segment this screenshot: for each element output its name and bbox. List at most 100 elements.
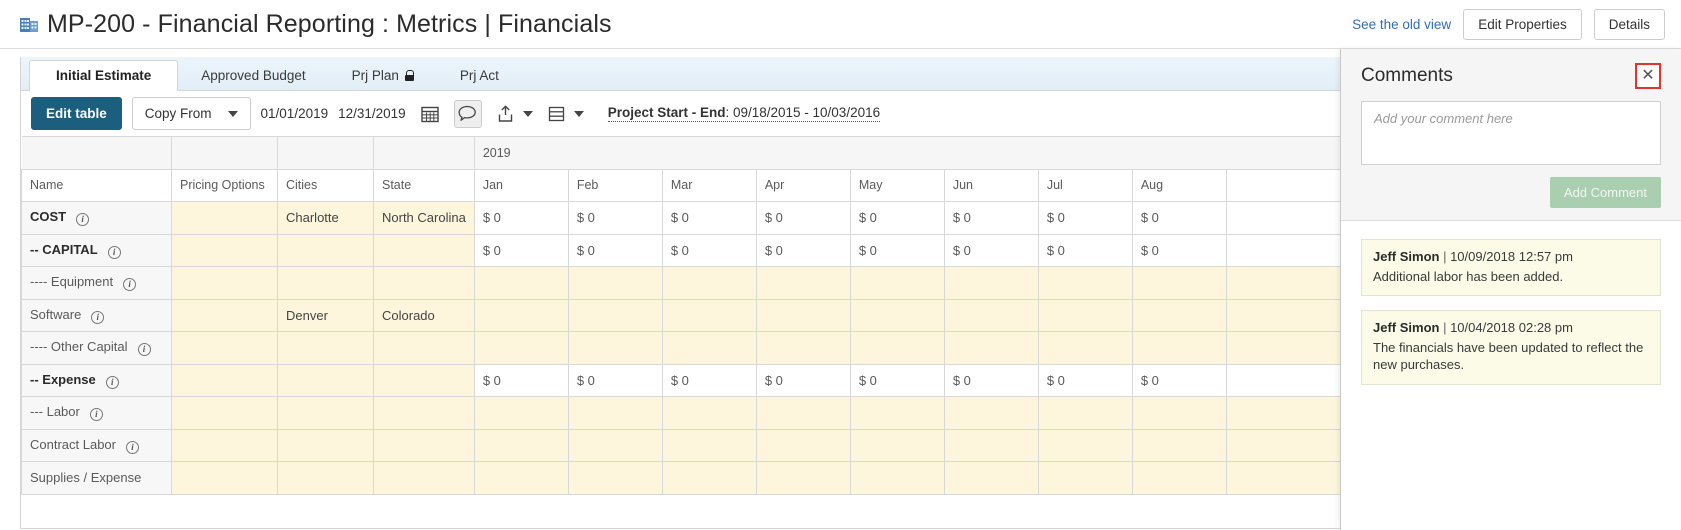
month-cell[interactable] bbox=[755, 461, 851, 495]
row-city-cell[interactable] bbox=[277, 363, 374, 397]
month-cell[interactable]: $ 0 bbox=[661, 201, 757, 235]
month-cell[interactable] bbox=[473, 396, 569, 430]
month-cell[interactable]: $ 0 bbox=[661, 363, 757, 397]
month-cell[interactable] bbox=[943, 428, 1039, 462]
month-cell[interactable] bbox=[1037, 298, 1133, 332]
month-cell[interactable] bbox=[943, 396, 1039, 430]
month-cell[interactable] bbox=[661, 396, 757, 430]
month-cell[interactable] bbox=[1131, 266, 1227, 300]
calendar-icon[interactable] bbox=[416, 100, 444, 128]
row-state-cell[interactable] bbox=[373, 396, 475, 430]
month-cell-overflow[interactable] bbox=[1225, 331, 1347, 365]
end-date-value[interactable]: 12/31/2019 bbox=[338, 106, 406, 121]
table-row[interactable]: ---- Equipment i bbox=[21, 266, 1347, 300]
row-name-cell[interactable]: ---- Other Capital i bbox=[21, 331, 172, 365]
row-pricing-cell[interactable] bbox=[171, 266, 278, 300]
row-city-cell[interactable] bbox=[277, 331, 374, 365]
info-icon[interactable]: i bbox=[105, 375, 119, 389]
project-dates[interactable]: Project Start - End: 09/18/2015 - 10/03/… bbox=[607, 105, 881, 122]
month-cell[interactable] bbox=[849, 428, 945, 462]
col-header-cities[interactable]: Cities bbox=[277, 168, 374, 202]
month-cell[interactable]: $ 0 bbox=[567, 201, 663, 235]
month-cell[interactable] bbox=[755, 298, 851, 332]
month-cell[interactable] bbox=[943, 461, 1039, 495]
row-state-cell[interactable]: North Carolina bbox=[373, 201, 475, 235]
col-header-jun[interactable]: Jun bbox=[943, 168, 1039, 202]
col-header-may[interactable]: May bbox=[849, 168, 945, 202]
table-row[interactable]: -- CAPITAL i $ 0 $ 0 $ 0 $ 0 $ 0 $ 0 $ 0 $ 0 bbox=[21, 233, 1347, 267]
row-state-cell[interactable] bbox=[373, 233, 475, 267]
month-cell[interactable]: $ 0 bbox=[473, 363, 569, 397]
col-header-apr[interactable]: Apr bbox=[755, 168, 851, 202]
month-cell[interactable]: $ 0 bbox=[849, 201, 945, 235]
month-cell[interactable]: $ 0 bbox=[755, 201, 851, 235]
month-cell-overflow[interactable] bbox=[1225, 363, 1347, 397]
row-pricing-cell[interactable] bbox=[171, 201, 278, 235]
month-cell[interactable] bbox=[943, 298, 1039, 332]
col-header-overflow[interactable] bbox=[1225, 168, 1347, 202]
info-icon[interactable]: i bbox=[137, 343, 151, 357]
month-cell[interactable]: $ 0 bbox=[849, 363, 945, 397]
copy-from-dropdown[interactable]: Copy From bbox=[131, 97, 251, 130]
month-cell[interactable] bbox=[849, 461, 945, 495]
row-city-cell[interactable] bbox=[277, 461, 374, 495]
month-cell[interactable]: $ 0 bbox=[1037, 201, 1133, 235]
table-row[interactable]: Software i Denver Colorado bbox=[21, 298, 1347, 332]
col-header-feb[interactable]: Feb bbox=[567, 168, 663, 202]
row-pricing-cell[interactable] bbox=[171, 363, 278, 397]
row-pricing-cell[interactable] bbox=[171, 298, 278, 332]
month-cell-overflow[interactable] bbox=[1225, 298, 1347, 332]
month-cell[interactable] bbox=[849, 266, 945, 300]
month-cell[interactable]: $ 0 bbox=[943, 201, 1039, 235]
month-cell[interactable]: $ 0 bbox=[1131, 363, 1227, 397]
month-cell[interactable]: $ 0 bbox=[1037, 363, 1133, 397]
comment-input[interactable]: Add your comment here bbox=[1361, 101, 1661, 165]
col-header-aug[interactable]: Aug bbox=[1131, 168, 1227, 202]
table-row[interactable]: ---- Other Capital i bbox=[21, 331, 1347, 365]
tab-prj-plan[interactable]: Prj Plan bbox=[329, 60, 437, 91]
month-cell[interactable] bbox=[1037, 331, 1133, 365]
month-cell[interactable]: $ 0 bbox=[567, 233, 663, 267]
row-state-cell[interactable] bbox=[373, 331, 475, 365]
month-cell[interactable] bbox=[1131, 298, 1227, 332]
month-cell[interactable]: $ 0 bbox=[1037, 233, 1133, 267]
month-cell[interactable] bbox=[849, 298, 945, 332]
row-state-cell[interactable] bbox=[373, 428, 475, 462]
month-cell[interactable]: $ 0 bbox=[661, 233, 757, 267]
month-cell-overflow[interactable] bbox=[1225, 233, 1347, 267]
month-cell[interactable] bbox=[473, 428, 569, 462]
col-header-name[interactable]: Name bbox=[21, 168, 172, 202]
month-cell[interactable]: $ 0 bbox=[567, 363, 663, 397]
month-cell[interactable] bbox=[943, 266, 1039, 300]
row-name-cell[interactable]: -- Expense i bbox=[21, 363, 172, 397]
month-cell[interactable]: $ 0 bbox=[755, 233, 851, 267]
month-cell[interactable] bbox=[473, 461, 569, 495]
month-cell-overflow[interactable] bbox=[1225, 201, 1347, 235]
month-cell[interactable] bbox=[849, 396, 945, 430]
info-icon[interactable]: i bbox=[76, 213, 90, 227]
month-cell[interactable] bbox=[661, 298, 757, 332]
export-menu[interactable] bbox=[492, 100, 533, 128]
row-state-cell[interactable] bbox=[373, 461, 475, 495]
row-name-cell[interactable]: Software i bbox=[21, 298, 172, 332]
edit-table-button[interactable]: Edit table bbox=[31, 97, 122, 130]
info-icon[interactable]: i bbox=[89, 408, 103, 422]
start-date-value[interactable]: 01/01/2019 bbox=[261, 106, 329, 121]
month-cell[interactable] bbox=[1131, 428, 1227, 462]
row-name-cell[interactable]: COST i bbox=[21, 201, 172, 235]
month-cell[interactable] bbox=[567, 331, 663, 365]
month-cell[interactable]: $ 0 bbox=[755, 363, 851, 397]
tab-approved-budget[interactable]: Approved Budget bbox=[178, 60, 328, 91]
col-header-state[interactable]: State bbox=[373, 168, 475, 202]
col-header-mar[interactable]: Mar bbox=[661, 168, 757, 202]
row-pricing-cell[interactable] bbox=[171, 396, 278, 430]
table-row[interactable]: --- Labor i bbox=[21, 396, 1347, 430]
rows-menu[interactable] bbox=[543, 100, 584, 128]
month-cell[interactable]: $ 0 bbox=[1131, 233, 1227, 267]
info-icon[interactable]: i bbox=[107, 245, 121, 259]
info-icon[interactable]: i bbox=[126, 440, 139, 454]
month-cell[interactable] bbox=[755, 396, 851, 430]
row-name-cell[interactable]: --- Labor i bbox=[21, 396, 172, 430]
month-cell[interactable] bbox=[755, 331, 851, 365]
month-cell[interactable] bbox=[1037, 461, 1133, 495]
